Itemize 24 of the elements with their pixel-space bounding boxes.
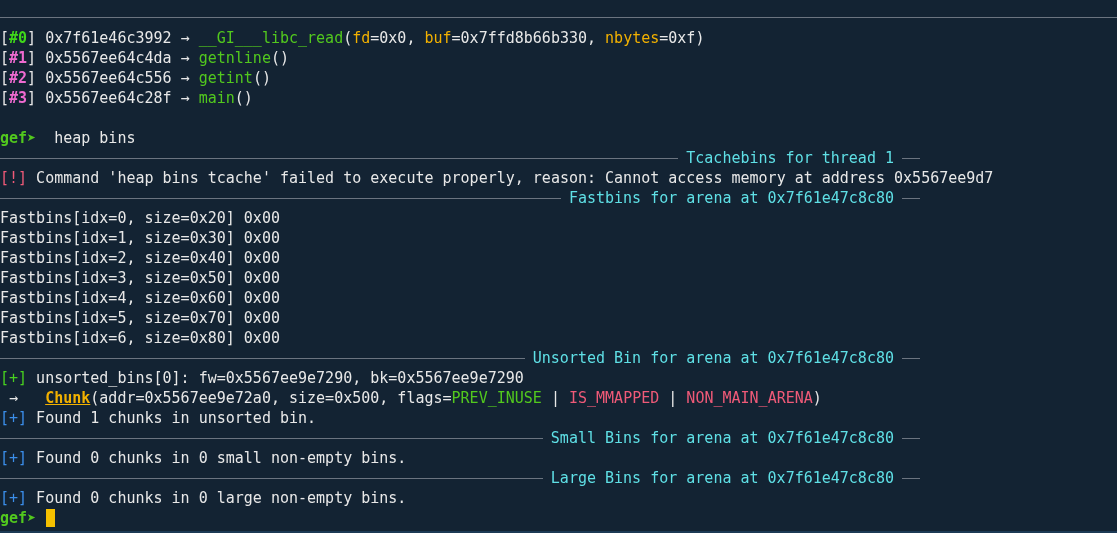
terminal-line: Fastbins[idx=6, size=0x80] 0x00 xyxy=(0,328,280,348)
section-header: Tcachebins for thread 1 xyxy=(686,149,894,167)
terminal-line: Fastbins[idx=4, size=0x60] 0x00 xyxy=(0,288,280,308)
terminal-line: → Chunk(addr=0x5567ee9e72a0, size=0x500, flags=PREV_INUSE | IS_MMAPPED | NON_MAIN_ARENA) xyxy=(8,388,822,408)
terminal-line: gef➤ xyxy=(0,508,37,528)
terminal-line: [#3] 0x5567ee64c28f → main() xyxy=(0,88,253,108)
terminal-line: [+] Found 1 chunks in unsorted bin. xyxy=(0,408,317,428)
section-header: Unsorted Bin for arena at 0x7f61e47c8c80 xyxy=(532,349,894,367)
section-header: Large Bins for arena at 0x7f61e47c8c80 xyxy=(550,469,894,487)
terminal-line: [#0] 0x7f61e46c3992 → __GI___libc_read(fd=0x0, buf=0x7ffd8b66b330, nbytes=0xf) xyxy=(0,28,705,48)
section-header: Fastbins for arena at 0x7f61e47c8c80 xyxy=(568,189,894,207)
terminal-line: Fastbins[idx=1, size=0x30] 0x00 xyxy=(0,228,280,248)
terminal-line: [+] Found 0 chunks in 0 large non-empty bins. xyxy=(0,488,407,508)
terminal-line: [#2] 0x5567ee64c556 → getint() xyxy=(0,68,271,88)
section-header: Small Bins for arena at 0x7f61e47c8c80 xyxy=(550,429,894,447)
terminal-line: [+] unsorted_bins[0]: fw=0x5567ee9e7290, bk=0x5567ee9e7290 xyxy=(0,368,524,388)
terminal-line: Fastbins[idx=5, size=0x70] 0x00 xyxy=(0,308,280,328)
terminal-line: [#1] 0x5567ee64c4da → getnline() xyxy=(0,48,289,68)
terminal-line: [!] Command 'heap bins tcache' failed to execute properly, reason: Cannot access memory at address 0x5567ee9d7 xyxy=(0,168,994,188)
terminal-line: Fastbins[idx=3, size=0x50] 0x00 xyxy=(0,268,280,288)
terminal-line: gef➤ heap bins xyxy=(0,128,136,148)
terminal-line: Fastbins[idx=2, size=0x40] 0x00 xyxy=(0,248,280,268)
terminal-line: Fastbins[idx=0, size=0x20] 0x00 xyxy=(0,208,280,228)
terminal-line: [+] Found 0 chunks in 0 small non-empty bins. xyxy=(0,448,407,468)
